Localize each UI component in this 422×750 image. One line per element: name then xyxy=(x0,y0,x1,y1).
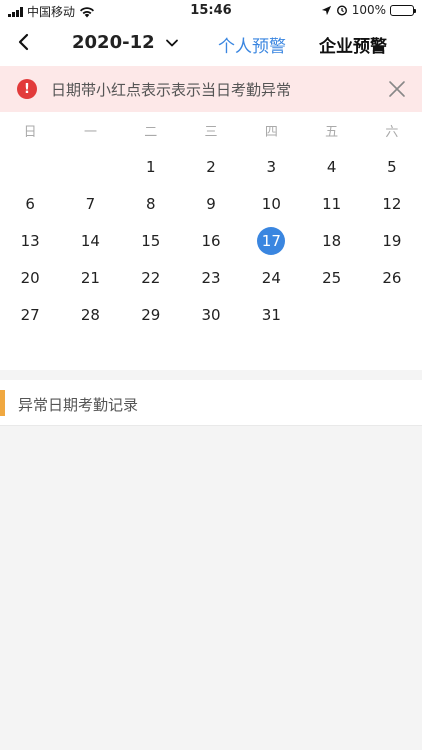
alert-text: 日期带小红点表示表示当日考勤异常 xyxy=(51,80,292,99)
calendar-day[interactable]: 20 xyxy=(0,259,60,296)
battery-percent: 100% xyxy=(351,3,386,17)
status-bar: 中国移动 15:46 100% xyxy=(0,0,422,20)
calendar-day[interactable]: 6 xyxy=(0,185,60,222)
day-number: 23 xyxy=(201,268,221,287)
calendar-day[interactable]: 9 xyxy=(181,185,241,222)
calendar: 日一二三四五六 1 2 3 4 5 6 7 8 9 10 11 12 13 14 15 16 17 18 19 20 2… xyxy=(0,112,422,370)
calendar-day[interactable]: 27 xyxy=(0,296,60,333)
month-label: 2020-12 xyxy=(72,32,155,53)
day-number: 22 xyxy=(141,268,161,287)
calendar-day[interactable]: 2 xyxy=(181,148,241,185)
calendar-day[interactable]: 4 xyxy=(301,148,361,185)
weekday-label: 一 xyxy=(83,124,97,140)
calendar-day[interactable]: 17 xyxy=(241,222,301,259)
day-number: 31 xyxy=(261,305,281,324)
calendar-day[interactable]: 28 xyxy=(60,296,120,333)
day-number: 17 xyxy=(257,226,286,255)
day-number: 25 xyxy=(322,268,342,287)
abnormal-records-section: 异常日期考勤记录 xyxy=(0,380,422,426)
day-number: 15 xyxy=(141,231,161,250)
day-number: 13 xyxy=(20,231,40,250)
tab-enterprise-warning[interactable]: 企业预警 xyxy=(319,32,387,57)
weekday-label: 二 xyxy=(144,124,158,140)
alarm-icon xyxy=(336,5,347,16)
location-icon xyxy=(321,5,331,15)
calendar-day[interactable]: 31 xyxy=(241,296,301,333)
calendar-day[interactable]: 18 xyxy=(301,222,361,259)
calendar-day[interactable]: 8 xyxy=(121,185,181,222)
month-selector[interactable]: 2020-12 xyxy=(72,32,179,53)
day-number: 4 xyxy=(326,157,337,176)
day-number: 28 xyxy=(80,305,100,324)
weekday-label: 六 xyxy=(385,124,399,140)
calendar-day[interactable]: 19 xyxy=(362,222,422,259)
day-number: 30 xyxy=(201,305,221,324)
day-number: 16 xyxy=(201,231,221,250)
day-number: 29 xyxy=(141,305,161,324)
weekday-label: 五 xyxy=(325,124,339,140)
day-number: 26 xyxy=(382,268,402,287)
day-number: 8 xyxy=(145,194,156,213)
calendar-day[interactable]: 11 xyxy=(301,185,361,222)
calendar-day[interactable]: 1 xyxy=(121,148,181,185)
section-accent-bar xyxy=(0,390,5,416)
weekday-label: 日 xyxy=(23,124,37,140)
day-number: 7 xyxy=(85,194,96,213)
day-number: 14 xyxy=(80,231,100,250)
day-number: 24 xyxy=(261,268,281,287)
day-number: 18 xyxy=(322,231,342,250)
day-number: 2 xyxy=(206,157,216,176)
calendar-day[interactable]: 7 xyxy=(60,185,120,222)
calendar-day[interactable]: 12 xyxy=(362,185,422,222)
empty-day-cell xyxy=(362,296,422,333)
empty-day-cell xyxy=(60,148,120,185)
tab-personal-warning[interactable]: 个人预警 xyxy=(218,32,286,57)
day-number: 21 xyxy=(80,268,100,287)
day-number: 12 xyxy=(382,194,402,213)
close-icon[interactable] xyxy=(388,80,406,98)
calendar-day[interactable]: 5 xyxy=(362,148,422,185)
empty-day-cell xyxy=(301,296,361,333)
day-number: 19 xyxy=(382,231,402,250)
weekday-label: 三 xyxy=(204,124,218,140)
calendar-day[interactable]: 21 xyxy=(60,259,120,296)
exclamation-icon: ! xyxy=(17,79,37,99)
day-number: 20 xyxy=(20,268,40,287)
battery-icon xyxy=(390,4,416,16)
weekday-label: 四 xyxy=(264,124,278,140)
day-number: 5 xyxy=(387,157,397,176)
info-alert-banner: ! 日期带小红点表示表示当日考勤异常 xyxy=(0,66,422,112)
records-title: 异常日期考勤记录 xyxy=(18,396,139,414)
calendar-day[interactable]: 16 xyxy=(181,222,241,259)
calendar-day[interactable]: 30 xyxy=(181,296,241,333)
calendar-day[interactable]: 22 xyxy=(121,259,181,296)
weekday-header: 日一二三四五六 xyxy=(0,112,422,148)
day-number: 10 xyxy=(261,194,281,213)
day-number: 6 xyxy=(25,194,35,213)
calendar-day[interactable]: 3 xyxy=(241,148,301,185)
calendar-day[interactable]: 29 xyxy=(121,296,181,333)
calendar-days-grid: 1 2 3 4 5 6 7 8 9 10 11 12 13 14 15 16 17 18 19 20 21 22 23 24 2… xyxy=(0,148,422,333)
empty-day-cell xyxy=(0,148,60,185)
calendar-day[interactable]: 15 xyxy=(121,222,181,259)
calendar-day[interactable]: 26 xyxy=(362,259,422,296)
nav-bar: 2020-12 个人预警 企业预警 xyxy=(0,20,422,66)
day-number: 11 xyxy=(322,194,342,213)
chevron-down-icon xyxy=(165,39,178,46)
day-number: 27 xyxy=(20,305,40,324)
day-number: 9 xyxy=(206,194,216,213)
calendar-day[interactable]: 13 xyxy=(0,222,60,259)
day-number: 1 xyxy=(145,157,156,176)
calendar-day[interactable]: 14 xyxy=(60,222,120,259)
calendar-day[interactable]: 24 xyxy=(241,259,301,296)
calendar-day[interactable]: 10 xyxy=(241,185,301,222)
calendar-day[interactable]: 23 xyxy=(181,259,241,296)
day-number: 3 xyxy=(266,157,277,176)
calendar-day[interactable]: 25 xyxy=(301,259,361,296)
back-arrow-icon[interactable] xyxy=(12,29,38,55)
